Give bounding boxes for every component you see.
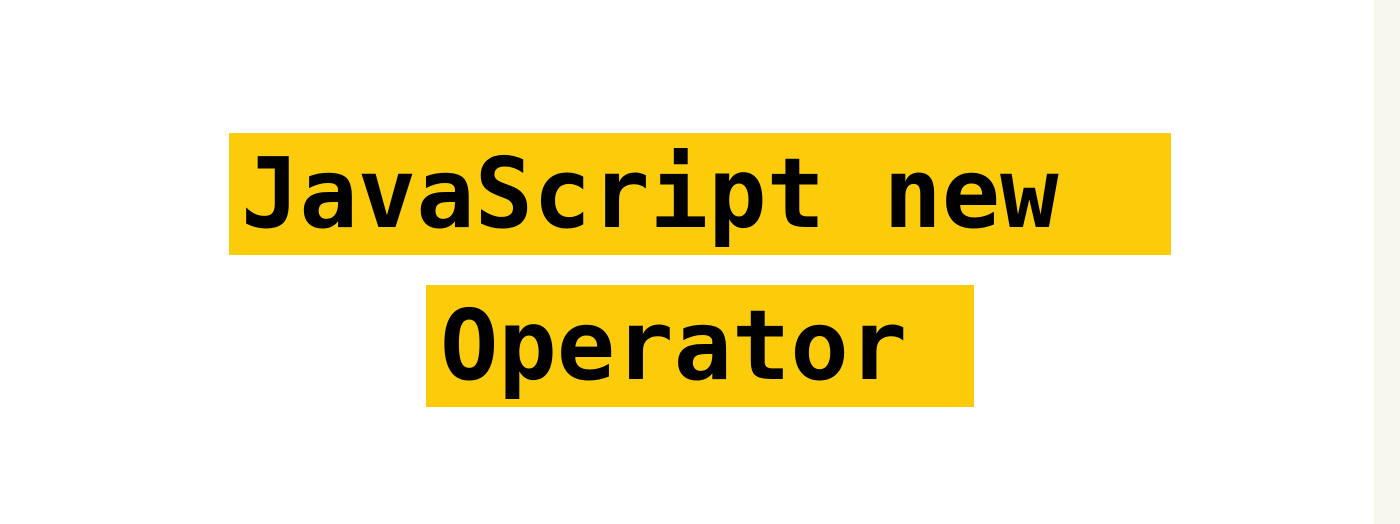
title-banner: JavaScript new Operator: [0, 0, 1374, 524]
right-edge-strip: [1374, 0, 1400, 524]
title-line-2: Operator: [426, 285, 974, 407]
title-line-1: JavaScript new: [229, 133, 1171, 255]
